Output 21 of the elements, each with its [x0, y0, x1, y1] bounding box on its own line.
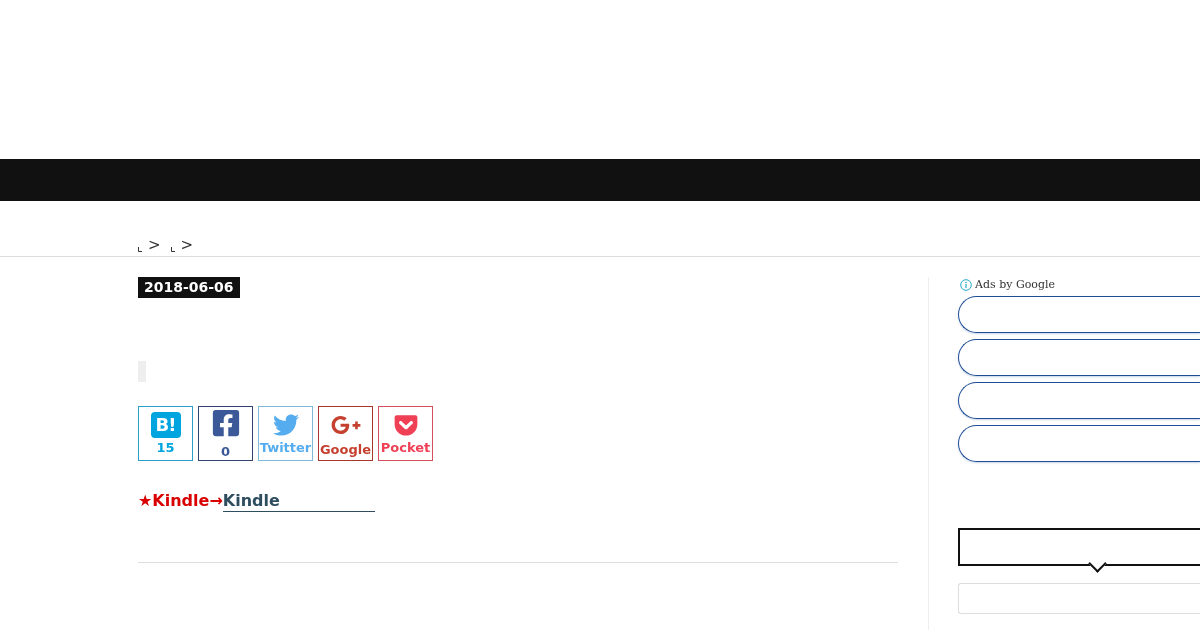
corner-mark-icon [138, 246, 142, 252]
share-button[interactable]: 0 [198, 406, 253, 461]
ads-label: Ads by Google [975, 277, 1055, 293]
share-button[interactable]: B! 15 [138, 406, 193, 461]
bird-icon [272, 412, 299, 438]
corner-mark-icon [170, 246, 175, 252]
share-button[interactable]: Google [318, 406, 373, 461]
input-field[interactable] [958, 583, 1200, 614]
breadcrumb-separator: > [180, 234, 194, 255]
hatena-logo-icon: B! [150, 412, 181, 438]
ad-link-button[interactable] [958, 339, 1200, 376]
ad-link-button[interactable] [958, 425, 1200, 462]
share-button[interactable]: Pocket [378, 406, 433, 461]
promo-text: ★Kindle→ [138, 491, 223, 512]
ad-link-button[interactable] [958, 296, 1200, 333]
breadcrumb-separator: > [148, 234, 161, 255]
pocket-icon [392, 412, 419, 438]
facebook-icon [210, 408, 241, 438]
promo-link[interactable]: Kindle [222, 491, 375, 512]
post-date: 2018-06-06 [138, 277, 240, 298]
ad-link-button[interactable] [958, 382, 1200, 419]
